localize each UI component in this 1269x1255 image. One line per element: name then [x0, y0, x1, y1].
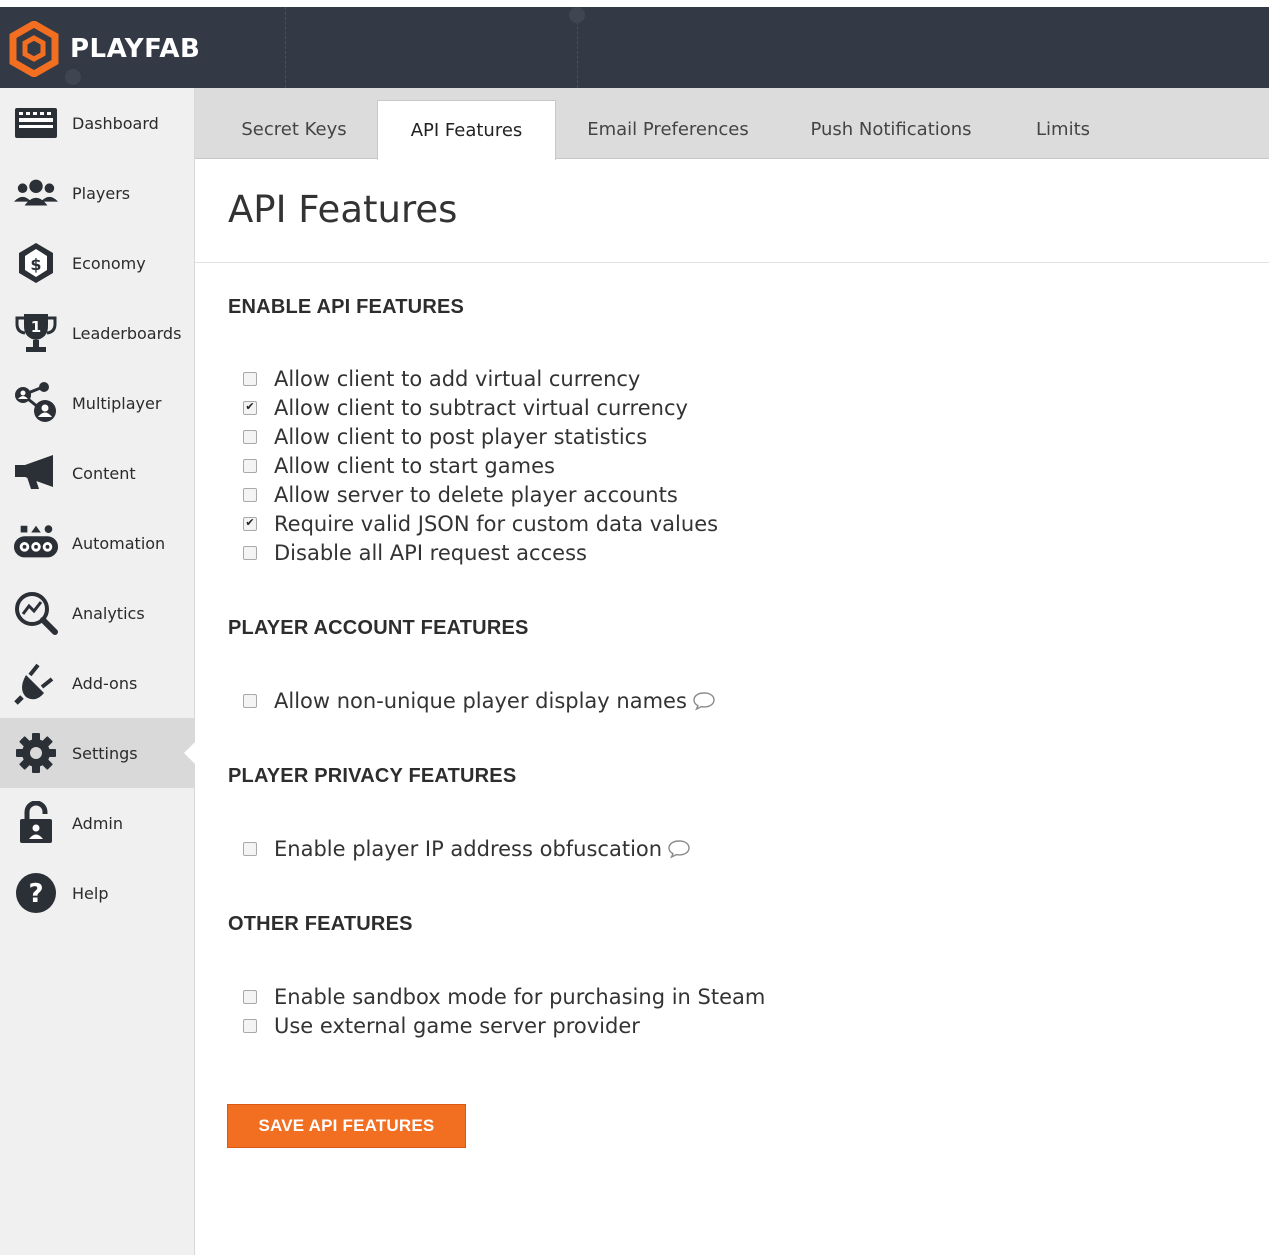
- option-label: Use external game server provider: [274, 1013, 640, 1038]
- option-label: Allow non-unique player display names: [274, 688, 687, 713]
- sidebar-item-label: Analytics: [72, 603, 145, 623]
- comment-icon[interactable]: [692, 691, 716, 711]
- save-api-features-button[interactable]: SAVE API FEATURES: [227, 1104, 466, 1148]
- sidebar: Dashboard Players $ Economy 1 Leaderboar…: [0, 88, 195, 1255]
- sidebar-item-economy[interactable]: $ Economy: [0, 228, 194, 298]
- tab-push-notifications[interactable]: Push Notifications: [791, 100, 991, 159]
- option-row: ✔ Allow client to subtract virtual curre…: [243, 393, 688, 422]
- option-row: Allow client to start games: [243, 451, 555, 480]
- option-label: Enable player IP address obfuscation: [274, 836, 663, 861]
- option-label: Allow server to delete player accounts: [274, 482, 678, 507]
- checkbox[interactable]: [243, 487, 257, 502]
- option-row: Disable all API request access: [243, 538, 587, 567]
- tab-email-preferences[interactable]: Email Preferences: [566, 100, 770, 159]
- sidebar-item-label: Multiplayer: [72, 393, 162, 413]
- option-label: Enable sandbox mode for purchasing in St…: [274, 984, 766, 1009]
- sidebar-item-label: Content: [72, 463, 136, 483]
- option-label: Disable all API request access: [274, 540, 587, 565]
- option-row: Allow non-unique player display names: [243, 686, 716, 715]
- checkbox[interactable]: [243, 1018, 257, 1033]
- sidebar-item-analytics[interactable]: Analytics: [0, 578, 194, 648]
- sidebar-item-multiplayer[interactable]: Multiplayer: [0, 368, 194, 438]
- tab-secret-keys[interactable]: Secret Keys: [211, 100, 377, 159]
- sidebar-item-dashboard[interactable]: Dashboard: [0, 88, 194, 158]
- main-content: Secret Keys API Features Email Preferenc…: [195, 88, 1269, 1255]
- automation-icon: [13, 520, 59, 566]
- sidebar-item-label: Leaderboards: [72, 323, 182, 343]
- svg-text:?: ?: [28, 879, 43, 909]
- lock-icon: [13, 800, 59, 846]
- page-title: API Features: [228, 188, 458, 231]
- option-row: Use external game server provider: [243, 1011, 640, 1040]
- leaderboards-icon: 1: [13, 310, 59, 356]
- help-icon: ?: [13, 870, 59, 916]
- settings-tabs: Secret Keys API Features Email Preferenc…: [195, 88, 1269, 160]
- economy-icon: $: [13, 240, 59, 286]
- option-label: Allow client to add virtual currency: [274, 366, 641, 391]
- checkbox[interactable]: [243, 429, 257, 444]
- sidebar-item-addons[interactable]: Add-ons: [0, 648, 194, 718]
- tab-api-features[interactable]: API Features: [377, 100, 556, 160]
- section-heading-enable-api: ENABLE API FEATURES: [228, 296, 465, 318]
- gear-icon: [13, 730, 59, 776]
- sidebar-item-players[interactable]: Players: [0, 158, 194, 228]
- multiplayer-icon: [13, 380, 59, 426]
- checkbox[interactable]: [243, 545, 257, 560]
- playfab-logo-icon: [9, 21, 59, 77]
- option-row: Allow client to post player statistics: [243, 422, 647, 451]
- sidebar-item-admin[interactable]: Admin: [0, 788, 194, 858]
- checkbox[interactable]: [243, 693, 257, 708]
- sidebar-item-help[interactable]: ? Help: [0, 858, 194, 928]
- sidebar-item-label: Add-ons: [72, 673, 138, 693]
- playfab-logo[interactable]: PLAYFAB: [8, 21, 200, 77]
- option-row: Allow client to add virtual currency: [243, 364, 640, 393]
- option-row: Enable player IP address obfuscation: [243, 834, 691, 863]
- option-label: Allow client to post player statistics: [274, 424, 648, 449]
- option-row: ✔ Require valid JSON for custom data val…: [243, 509, 718, 538]
- players-icon: [13, 170, 59, 216]
- option-label: Allow client to subtract virtual currenc…: [274, 395, 688, 420]
- app-header: PLAYFAB: [0, 7, 1269, 88]
- sidebar-item-leaderboards[interactable]: 1 Leaderboards: [0, 298, 194, 368]
- option-label: Allow client to start games: [274, 453, 555, 478]
- checkbox[interactable]: [243, 371, 257, 386]
- checkbox[interactable]: ✔: [243, 516, 257, 531]
- divider: [195, 262, 1269, 263]
- option-label: Require valid JSON for custom data value…: [274, 511, 719, 536]
- dashboard-icon: [13, 100, 59, 146]
- sidebar-item-label: Settings: [72, 743, 138, 763]
- option-row: Enable sandbox mode for purchasing in St…: [243, 982, 765, 1011]
- header-decoration: [569, 7, 585, 23]
- sidebar-item-label: Players: [72, 183, 131, 203]
- analytics-icon: [13, 590, 59, 636]
- sidebar-item-label: Economy: [72, 253, 146, 273]
- section-heading-player-account: PLAYER ACCOUNT FEATURES: [228, 617, 529, 639]
- sidebar-item-label: Dashboard: [72, 113, 159, 133]
- brand-name: PLAYFAB: [70, 34, 201, 64]
- header-decoration: [285, 7, 286, 88]
- sidebar-item-label: Help: [72, 883, 109, 903]
- plug-icon: [13, 660, 59, 706]
- sidebar-item-label: Automation: [72, 533, 166, 553]
- svg-text:$: $: [30, 255, 41, 274]
- section-heading-other: OTHER FEATURES: [228, 913, 413, 935]
- comment-icon[interactable]: [667, 839, 691, 859]
- checkbox[interactable]: [243, 989, 257, 1004]
- sidebar-item-settings[interactable]: Settings: [0, 718, 195, 788]
- sidebar-item-content[interactable]: Content: [0, 438, 194, 508]
- checkbox[interactable]: ✔: [243, 400, 257, 415]
- svg-text:1: 1: [31, 318, 41, 336]
- option-row: Allow server to delete player accounts: [243, 480, 678, 509]
- megaphone-icon: [13, 450, 59, 496]
- top-strip: [0, 0, 1269, 7]
- tab-limits[interactable]: Limits: [1015, 100, 1111, 159]
- sidebar-item-label: Admin: [72, 813, 123, 833]
- checkbox[interactable]: [243, 841, 257, 856]
- section-heading-player-privacy: PLAYER PRIVACY FEATURES: [228, 765, 517, 787]
- sidebar-item-automation[interactable]: Automation: [0, 508, 194, 578]
- checkbox[interactable]: [243, 458, 257, 473]
